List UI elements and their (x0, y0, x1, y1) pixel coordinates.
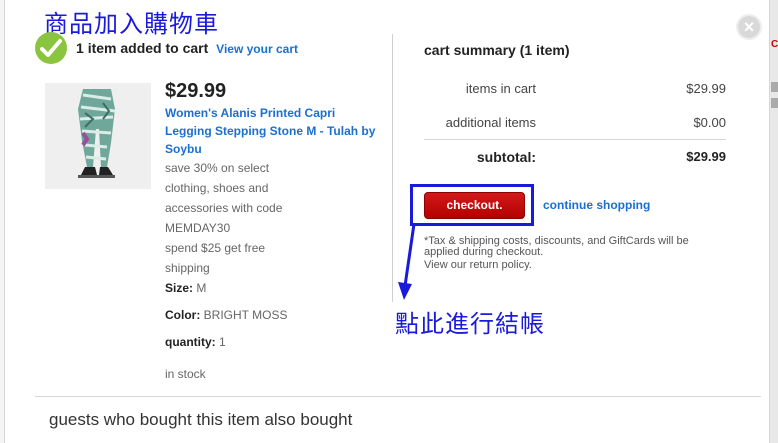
promo-line: spend $25 get free (165, 241, 266, 255)
additional-items-value: $0.00 (693, 115, 726, 130)
annotation-title: 商品加入購物車 (44, 10, 219, 38)
check-circle-icon (35, 32, 67, 64)
section-divider (35, 396, 761, 397)
color-value: BRIGHT MOSS (203, 308, 288, 322)
return-policy-link[interactable]: View our return policy. (424, 259, 532, 271)
product-price: $29.99 (165, 80, 227, 102)
promo-line: shipping (165, 261, 210, 275)
tax-note: *Tax & shipping costs, discounts, and Gi… (424, 235, 689, 258)
color-attribute: Color: BRIGHT MOSS (165, 308, 287, 322)
subtotal-label: subtotal: (476, 149, 536, 165)
annotation-click-here: 點此進行結帳 (395, 310, 545, 338)
product-name-link[interactable]: Women's Alanis Printed Capri Legging Ste… (165, 104, 380, 158)
promo-line: clothing, shoes and (165, 181, 269, 195)
continue-shopping-link[interactable]: continue shopping (543, 198, 650, 212)
quantity-value: 1 (219, 335, 226, 349)
background-page-edge (770, 0, 778, 443)
also-bought-heading: guests who bought this item also bought (49, 410, 353, 429)
column-divider (392, 34, 393, 302)
promo-code: MEMDAY30 (165, 221, 231, 235)
view-cart-link[interactable]: View your cart (216, 42, 298, 56)
added-text: item added to cart (87, 40, 209, 56)
size-label: Size: (165, 281, 194, 295)
subtotal-value: $29.99 (686, 149, 726, 164)
promo-line: accessories with code (165, 201, 283, 215)
background-fragment: C (771, 39, 778, 49)
size-value: M (196, 281, 207, 295)
background-fragment (771, 82, 778, 92)
cart-summary-title: cart summary (1 item) (424, 42, 570, 58)
quantity-label: quantity: (165, 335, 216, 349)
annotation-arrow-icon (398, 223, 416, 300)
summary-separator (424, 139, 726, 140)
promo-text: save 30% on select clothing, shoes and a… (165, 158, 320, 278)
added-confirmation: 1 item added to cart View your cart (76, 40, 298, 56)
items-in-cart-label: items in cart (465, 81, 536, 96)
close-icon[interactable]: × (736, 14, 762, 40)
add-to-cart-modal (4, 0, 770, 443)
background-fragment (771, 98, 778, 108)
stock-status: in stock (165, 367, 206, 381)
size-attribute: Size: M (165, 281, 206, 295)
checkout-button[interactable]: checkout. (424, 192, 525, 219)
promo-line: save 30% on select (165, 161, 270, 175)
additional-items-label: additional items (445, 115, 536, 130)
added-count: 1 (76, 40, 84, 56)
product-image[interactable] (45, 83, 151, 189)
items-in-cart-value: $29.99 (686, 81, 726, 96)
color-label: Color: (165, 308, 201, 322)
quantity-attribute: quantity: 1 (165, 335, 226, 349)
